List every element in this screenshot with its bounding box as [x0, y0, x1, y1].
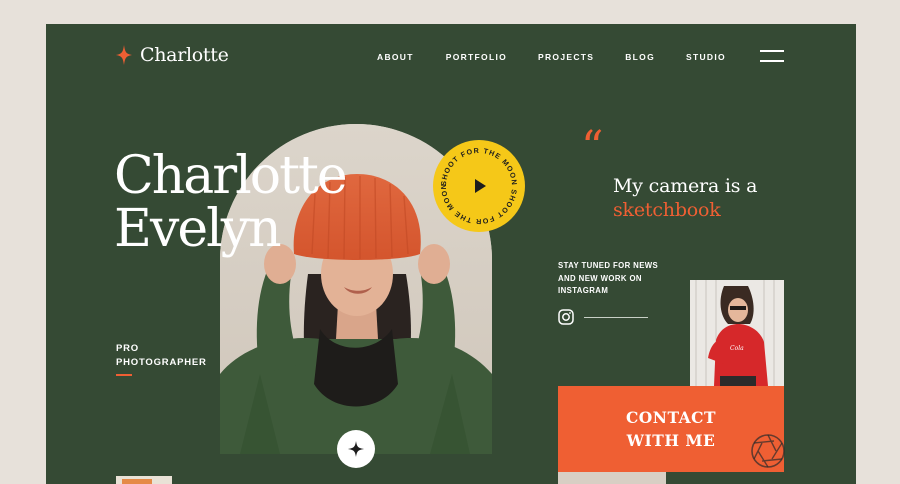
instagram-note: STAY TUNED FOR NEWS AND NEW WORK ON INST… — [558, 260, 668, 298]
nav-projects[interactable]: PROJECTS — [538, 52, 594, 62]
quote-line-2: sketchbook — [613, 199, 721, 221]
hero-last-name: Evelyn — [114, 199, 282, 259]
hamburger-menu-icon[interactable] — [760, 50, 784, 66]
role-line-1: PRO — [116, 343, 139, 354]
nav-about[interactable]: ABOUT — [377, 52, 414, 62]
contact-line-1: CONTACT — [625, 408, 717, 427]
instagram-divider — [584, 317, 648, 318]
main-nav: ABOUT PORTFOLIO PROJECTS BLOG STUDIO — [377, 52, 726, 62]
instagram-icon[interactable] — [558, 309, 574, 325]
sparkle-icon — [116, 45, 132, 65]
aperture-icon — [751, 434, 785, 468]
quote-line-1: My camera is a — [613, 175, 758, 197]
svg-text:Cola: Cola — [730, 345, 744, 352]
red-hoodie-photo: Cola — [690, 280, 784, 386]
shoot-for-the-moon-seal[interactable]: SHOOT FOR THE MOON SHOOT FOR THE MOON — [433, 140, 525, 232]
bottom-thumbnail-peek — [116, 476, 172, 484]
role-line-2: PHOTOGRAPHER — [116, 357, 207, 368]
nav-blog[interactable]: BLOG — [625, 52, 655, 62]
instagram-note-line-1: STAY TUNED FOR NEWS — [558, 261, 659, 270]
next-thumbnail-peek — [558, 472, 666, 484]
sparkle-icon — [348, 441, 364, 457]
play-icon[interactable] — [468, 175, 490, 197]
instagram-thumbnail[interactable]: Cola — [690, 280, 784, 386]
hero-first-name: Charlotte — [114, 146, 348, 206]
shutter-badge[interactable] — [337, 430, 375, 468]
role-label: PRO PHOTOGRAPHER — [116, 342, 207, 370]
contact-line-2: WITH ME — [626, 431, 716, 450]
nav-portfolio[interactable]: PORTFOLIO — [446, 52, 507, 62]
hero-name: Charlotte Evelyn — [114, 150, 348, 259]
nav-studio[interactable]: STUDIO — [686, 52, 726, 62]
instagram-note-line-3: INSTAGRAM — [558, 286, 609, 295]
instagram-note-line-2: AND NEW WORK ON — [558, 273, 642, 283]
brand-name: Charlotte — [140, 44, 229, 66]
page-frame: Charlotte ABOUT PORTFOLIO PROJECTS BLOG … — [46, 24, 856, 484]
accent-divider — [116, 374, 132, 376]
brand-logo[interactable]: Charlotte — [116, 44, 229, 66]
contact-button[interactable]: CONTACT WITH ME — [558, 386, 785, 472]
quote-mark-icon: “ — [581, 122, 604, 173]
